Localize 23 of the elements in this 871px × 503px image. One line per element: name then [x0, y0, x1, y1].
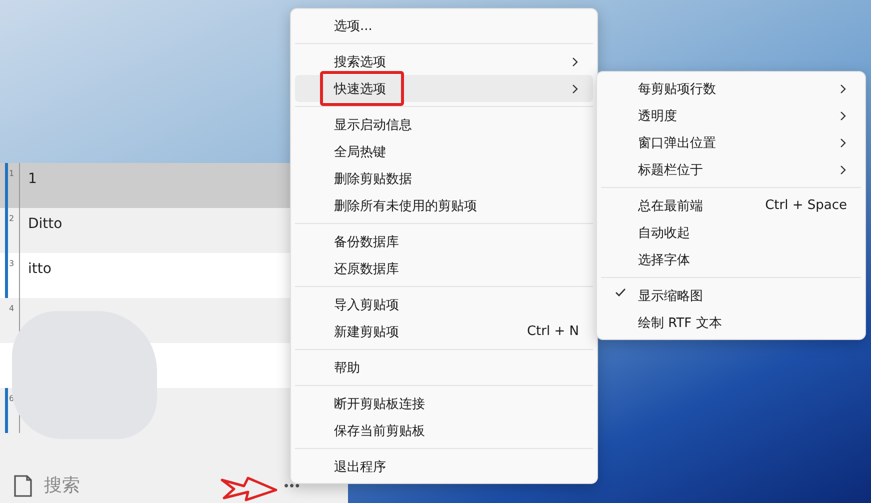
menu-item[interactable]: 标题栏位于	[601, 156, 861, 183]
menu-item[interactable]: 保存当前剪贴板	[295, 417, 593, 444]
shortcut-text: Ctrl + Space	[765, 198, 847, 213]
shortcut-text: Ctrl + N	[526, 324, 579, 339]
clip-text: itto	[28, 261, 52, 277]
menu-item[interactable]: 每剪贴项行数	[601, 75, 861, 102]
clip-text: 1	[28, 171, 37, 187]
search-field[interactable]: 搜索	[42, 474, 196, 497]
menu-item[interactable]: 显示启动信息	[295, 111, 593, 138]
menu-item[interactable]: 总在最前端 Ctrl + Space	[601, 192, 861, 219]
menu-item[interactable]: 帮助	[295, 354, 593, 381]
menu-item[interactable]: 搜索选项	[295, 48, 593, 75]
menu-item[interactable]: 窗口弹出位置	[601, 129, 861, 156]
clip-text: Ditto	[28, 216, 62, 232]
menu-item[interactable]: 自动收起	[601, 219, 861, 246]
menu-item[interactable]: 断开剪贴板连接	[295, 390, 593, 417]
menu-item[interactable]: 显示缩略图	[601, 282, 861, 309]
menu-item[interactable]: 选择字体	[601, 246, 861, 273]
menu-item[interactable]: 透明度	[601, 102, 861, 129]
menu-item[interactable]: 选项...	[295, 12, 593, 39]
menu-item[interactable]: 绘制 RTF 文本	[601, 309, 861, 336]
note-icon	[14, 475, 32, 497]
menu-item[interactable]: 全局热键	[295, 138, 593, 165]
